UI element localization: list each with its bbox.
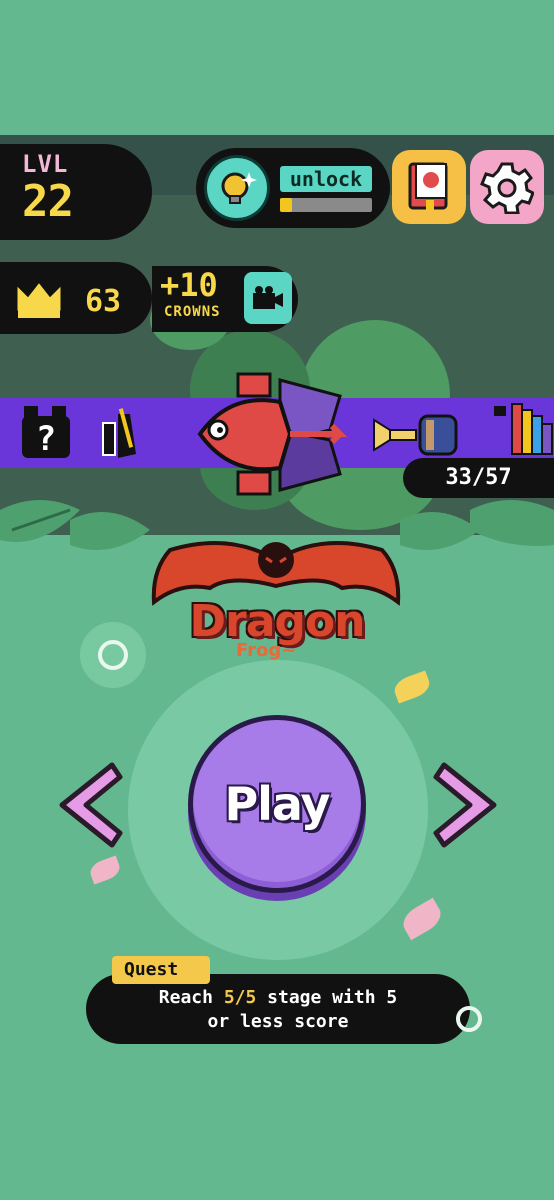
svg-text:?: ? [36, 419, 56, 459]
quest-line-2: or less score [207, 1011, 349, 1032]
quest-text: Reach [158, 987, 224, 1008]
level-value: 22 [22, 176, 74, 227]
collection-counter: 33/57 [403, 458, 554, 498]
character-subname: Frog~ [236, 640, 297, 661]
character-rainbow[interactable] [490, 400, 554, 464]
unlock-label[interactable]: unlock [280, 166, 372, 192]
dragon-frog-character[interactable] [190, 372, 360, 502]
bonus-crowns-amount: +10 [160, 266, 218, 304]
quest-tag: Quest [112, 956, 210, 984]
quest-line-1: Reach 5/5 stage with 5 [86, 986, 470, 1010]
crown-count: 63 [85, 284, 122, 319]
yellow-leaf [391, 670, 433, 704]
book-button[interactable] [392, 150, 466, 224]
pink-leaf [87, 855, 123, 885]
crown-icon [14, 280, 64, 324]
settings-button[interactable] [470, 150, 544, 224]
play-label: Play [224, 777, 330, 831]
quest-panel: Reach 5/5 stage with 5 or less score [86, 974, 470, 1044]
target-icon [98, 640, 128, 670]
target-icon [456, 1006, 482, 1032]
mystery-icon[interactable]: ? [18, 402, 74, 466]
level-label: LVL [22, 150, 69, 178]
character-knight[interactable] [96, 404, 152, 468]
play-button[interactable]: Play [188, 715, 366, 893]
unlock-progress-fill [280, 198, 292, 212]
pink-leaf [398, 897, 446, 941]
character-trumpet[interactable] [370, 410, 460, 464]
lightbulb-icon[interactable] [204, 155, 270, 221]
quest-text: stage with 5 [256, 987, 398, 1008]
bonus-crowns-label: CROWNS [164, 304, 221, 320]
unlock-progress-track [280, 198, 372, 212]
left-arrow-icon[interactable] [52, 757, 124, 853]
quest-highlight: 5/5 [223, 987, 257, 1008]
gear-icon [480, 162, 534, 214]
camera-icon[interactable] [244, 272, 292, 324]
book-icon [408, 162, 448, 210]
right-arrow-icon[interactable] [432, 757, 504, 853]
